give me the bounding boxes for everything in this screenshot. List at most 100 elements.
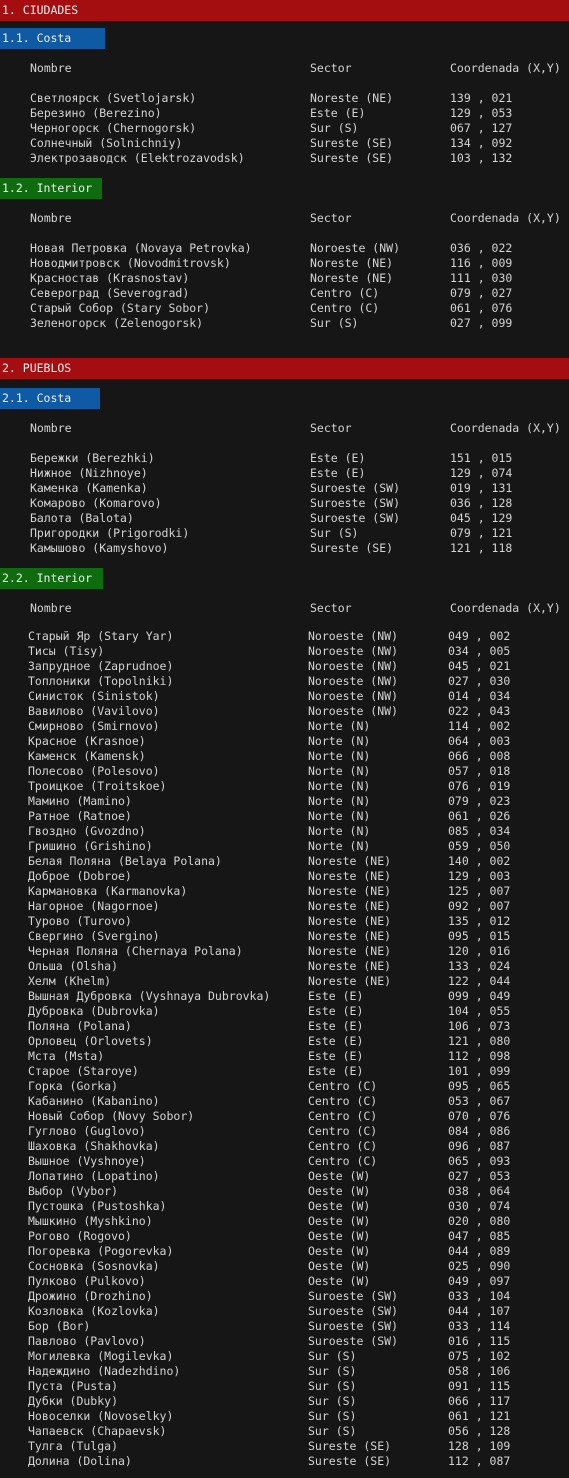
place-sector: Centro (C): [308, 1139, 378, 1153]
place-sector: Sur (S): [308, 1349, 357, 1363]
table-row: Козловка (Kozlovka) Suroeste (SW) 044 , 10…: [0, 1304, 569, 1319]
place-name: Новоселки (Novoselky): [28, 1409, 174, 1423]
place-name: Светлоярск (Svetlojarsk): [30, 91, 197, 105]
table-row: Могилевка (Mogilevka) Sur (S) 075 , 102: [0, 1349, 569, 1364]
place-coord: 121 , 080: [448, 1034, 511, 1048]
place-coord: 030 , 074: [448, 1199, 511, 1213]
table-row: Нагорное (Nagornoe) Noreste (NE) 092 , 007: [0, 899, 569, 914]
table-row: Тисы (Tisy) Noroeste (NW) 034 , 005: [0, 644, 569, 659]
place-name: Красностав (Krasnostav): [30, 271, 190, 285]
place-sector: Sureste (SE): [308, 1454, 392, 1468]
place-sector: Sur (S): [308, 1379, 357, 1393]
column-header-sector: Sector: [310, 61, 352, 75]
table-row: Дубровка (Dubrovka) Este (E) 104 , 055: [0, 1004, 569, 1019]
table-row: Дрожино (Drozhino) Suroeste (SW) 033 , 104: [0, 1289, 569, 1304]
place-coord: 116 , 009: [450, 256, 513, 270]
place-name: Горка (Gorka): [28, 1079, 119, 1093]
place-coord: 025 , 090: [448, 1259, 511, 1273]
place-sector: Este (E): [308, 1064, 364, 1078]
column-header-name: Nombre: [30, 61, 72, 75]
place-sector: Noroeste (NW): [308, 629, 399, 643]
place-coord: 027 , 099: [450, 316, 513, 330]
table-row: Лопатино (Lopatino) Oeste (W) 027 , 053: [0, 1169, 569, 1184]
place-sector: Este (E): [310, 451, 366, 465]
place-coord: 045 , 021: [448, 659, 511, 673]
place-name: Запрудное (Zaprudnoe): [28, 659, 174, 673]
place-name: Синисток (Sinistok): [28, 689, 160, 703]
table-row: Синисток (Sinistok) Noroeste (NW) 014 , 03…: [0, 689, 569, 704]
column-header-coord: Coordenada (X,Y): [450, 601, 561, 615]
place-coord: 129 , 003: [448, 869, 511, 883]
table-row: Камышово (Kamyshovo) Sureste (SE) 121 , 11…: [0, 541, 569, 556]
place-coord: 104 , 055: [448, 1004, 511, 1018]
table-row: Комарово (Komarovo) Suroeste (SW) 036 , 12…: [0, 496, 569, 511]
place-sector: Oeste (W): [308, 1184, 371, 1198]
place-sector: Sureste (SE): [310, 136, 394, 150]
place-name: Свергино (Svergino): [28, 929, 160, 943]
place-name: Пригородки (Prigorodki): [30, 526, 190, 540]
place-sector: Sureste (SE): [310, 541, 394, 555]
place-coord: 079 , 027: [450, 286, 513, 300]
place-name: Гвоздно (Gvozdno): [28, 824, 146, 838]
subsection-header-pueblos-interior: 2.2. Interior: [0, 568, 103, 589]
table-row: Каменск (Kamensk) Norte (N) 066 , 008: [0, 749, 569, 764]
place-sector: Sureste (SE): [308, 1439, 392, 1453]
place-sector: Suroeste (SW): [308, 1334, 399, 1348]
column-header-coord: Coordenada (X,Y): [450, 421, 561, 435]
place-sector: Oeste (W): [308, 1199, 371, 1213]
place-name: Надеждино (Nadezhdino): [28, 1364, 181, 1378]
table-row: Вышное (Vyshnoye) Centro (C) 065 , 093: [0, 1154, 569, 1169]
place-sector: Noreste (NE): [308, 899, 392, 913]
place-coord: 058 , 106: [448, 1364, 511, 1378]
place-coord: 128 , 109: [448, 1439, 511, 1453]
place-sector: Oeste (W): [308, 1214, 371, 1228]
place-coord: 129 , 074: [450, 466, 513, 480]
place-coord: 079 , 121: [450, 526, 513, 540]
place-coord: 049 , 097: [448, 1274, 511, 1288]
place-name: Зеленогорск (Zelenogorsk): [30, 316, 204, 330]
column-header-name: Nombre: [30, 211, 72, 225]
place-name: Долина (Dolina): [28, 1454, 132, 1468]
place-coord: 121 , 118: [450, 541, 513, 555]
place-coord: 034 , 005: [448, 644, 511, 658]
place-name: Каменка (Kamenka): [30, 481, 148, 495]
place-sector: Noreste (NE): [308, 959, 392, 973]
place-sector: Este (E): [310, 106, 366, 120]
place-name: Топлоники (Topolniki): [28, 674, 174, 688]
place-coord: 064 , 003: [448, 734, 511, 748]
place-coord: 038 , 064: [448, 1184, 511, 1198]
place-coord: 049 , 002: [448, 629, 511, 643]
place-sector: Sur (S): [310, 526, 359, 540]
table-row: Гришино (Grishino) Norte (N) 059 , 050: [0, 839, 569, 854]
place-name: Электрозаводск (Elektrozavodsk): [30, 151, 245, 165]
place-sector: Noreste (NE): [310, 91, 394, 105]
place-coord: 070 , 076: [448, 1109, 511, 1123]
place-coord: 061 , 076: [450, 301, 513, 315]
place-sector: Sureste (SE): [310, 151, 394, 165]
table-row: Доброе (Dobroe) Noreste (NE) 129 , 003: [0, 869, 569, 884]
table-row: Ольша (Olsha) Noreste (NE) 133 , 024: [0, 959, 569, 974]
place-coord: 065 , 093: [448, 1154, 511, 1168]
place-sector: Noroeste (NW): [308, 644, 399, 658]
place-name: Камышово (Kamyshovo): [30, 541, 169, 555]
table-row: Поляна (Polana) Este (E) 106 , 073: [0, 1019, 569, 1034]
place-coord: 056 , 128: [448, 1424, 511, 1438]
place-name: Новодмитровск (Novodmitrovsk): [30, 256, 231, 270]
place-coord: 033 , 104: [448, 1289, 511, 1303]
place-name: Павлово (Pavlovo): [28, 1334, 146, 1348]
table-row: Зеленогорск (Zelenogorsk) Sur (S) 027 , 09…: [0, 316, 569, 331]
place-coord: 059 , 050: [448, 839, 511, 853]
place-coord: 044 , 089: [448, 1244, 511, 1258]
column-headers: Nombre Sector Coordenada (X,Y): [0, 421, 569, 436]
place-coord: 106 , 073: [448, 1019, 511, 1033]
table-row: Дубки (Dubky) Sur (S) 066 , 117: [0, 1394, 569, 1409]
table-row: Старое (Staroye) Este (E) 101 , 099: [0, 1064, 569, 1079]
place-coord: 027 , 053: [448, 1169, 511, 1183]
table-row: Электрозаводск (Elektrozavodsk) Sureste (…: [0, 151, 569, 166]
place-coord: 139 , 021: [450, 91, 513, 105]
place-sector: Norte (N): [308, 719, 371, 733]
place-sector: Oeste (W): [308, 1229, 371, 1243]
place-coord: 044 , 107: [448, 1304, 511, 1318]
place-name: Тисы (Tisy): [28, 644, 105, 658]
place-sector: Centro (C): [308, 1079, 378, 1093]
